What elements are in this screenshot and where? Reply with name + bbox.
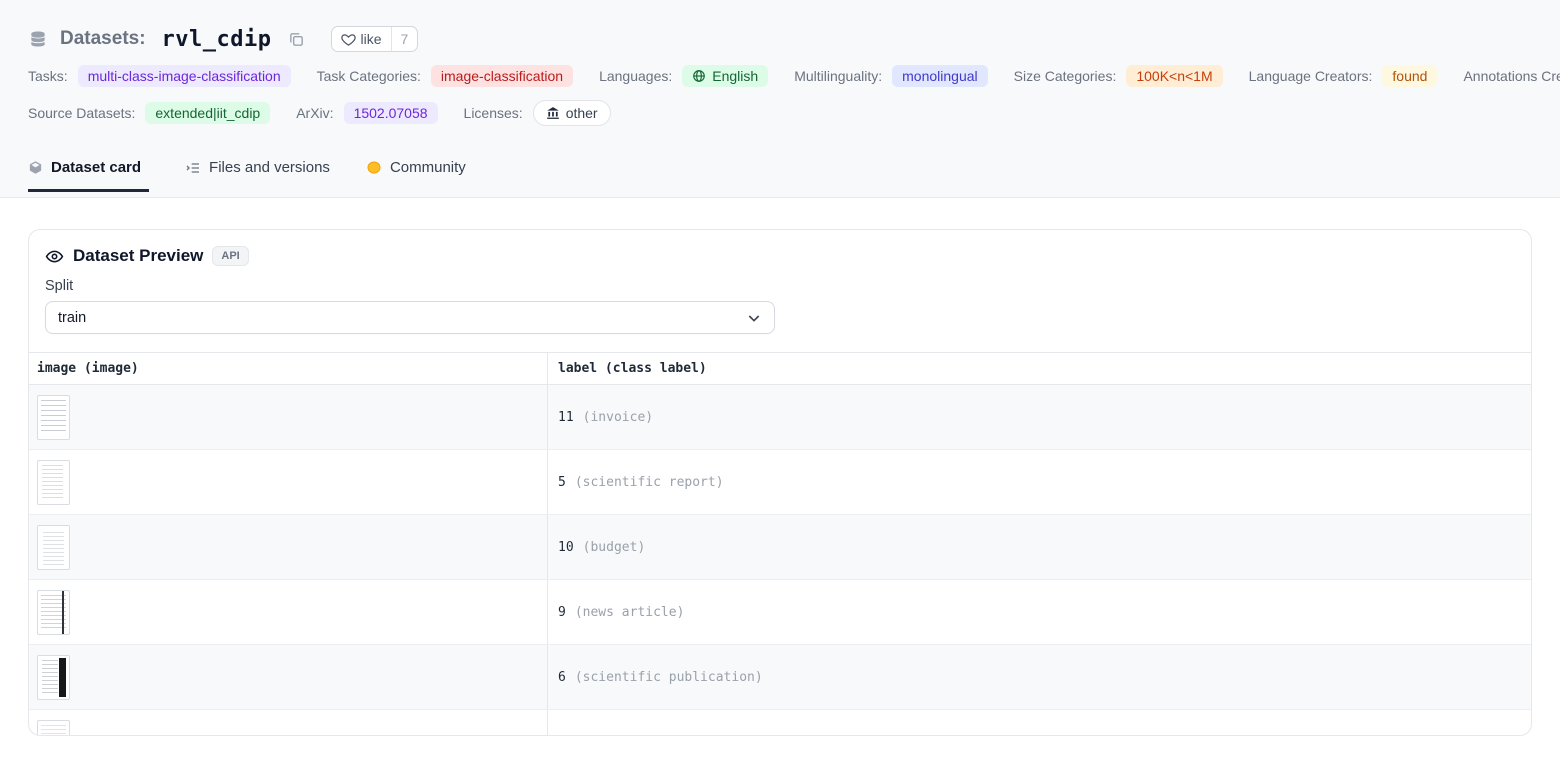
tag-pill-source-dataset[interactable]: extended|iit_cdip [145,102,270,124]
tag-group-licenses: Licenses: other [464,100,611,126]
label-name: (scientific report) [575,475,724,490]
tab-label: Dataset card [51,159,141,176]
tag-pill-language-creators[interactable]: found [1382,65,1437,87]
preview-title: Dataset Preview [73,246,203,266]
split-select[interactable]: train [45,301,775,334]
community-icon [366,160,382,176]
like-count[interactable]: 7 [391,27,418,51]
files-versions-icon [185,160,201,176]
document-thumbnail [37,590,70,635]
label-value: 9 [558,605,566,620]
tag-row-1: Tasks: multi-class-image-classification … [28,65,1532,87]
like-button-label: like [361,31,382,47]
tag-group-label: Languages: [599,68,672,84]
table-row: 5 (scientific report) [29,450,1531,515]
tag-group-annotations-creators: Annotations Creators: found [1463,65,1560,87]
tag-group-arxiv: ArXiv: 1502.07058 [296,102,437,124]
tag-pill-language-label: English [712,68,758,84]
document-thumbnail [37,460,70,505]
label-name: (news article) [575,605,685,620]
table-row [29,710,1531,736]
tag-group-label: Source Datasets: [28,105,135,121]
tab-files-and-versions[interactable]: Files and versions [185,159,330,192]
chevron-down-icon [746,310,762,326]
tag-group-label: Language Creators: [1249,68,1373,84]
table-row: 9 (news article) [29,580,1531,645]
tag-group-label: Licenses: [464,105,523,121]
tag-group-size-categories: Size Categories: 100K<n<1M [1014,65,1223,87]
label-value: 11 [558,410,574,425]
tab-bar: Dataset card Files and versions Communit… [28,150,1532,192]
tag-pill-license-label: other [566,105,598,121]
tag-group-source-datasets: Source Datasets: extended|iit_cdip [28,102,270,124]
main-content: Dataset Preview API Split train image (i… [0,198,1560,736]
tag-pill-size-category[interactable]: 100K<n<1M [1126,65,1222,87]
eye-icon [45,247,64,266]
bank-icon [546,106,560,120]
table-header-row: image (image) label (class label) [29,352,1531,385]
tag-group-label: Size Categories: [1014,68,1117,84]
tag-group-languages: Languages: English [599,65,768,87]
tag-group-task-categories: Task Categories: image-classification [317,65,573,87]
tab-dataset-card[interactable]: Dataset card [28,159,149,192]
page-header-section: Datasets: rvl_cdip like 7 Tasks: multi-c… [0,0,1560,198]
table-row: 11 (invoice) [29,385,1531,450]
dataset-preview-card: Dataset Preview API Split train image (i… [28,229,1532,736]
database-icon [28,29,48,49]
tab-label: Community [390,159,466,176]
like-button[interactable]: like 7 [331,26,419,52]
tag-pill-multilinguality[interactable]: monolingual [892,65,988,87]
dataset-title-row: Datasets: rvl_cdip like 7 [28,26,1532,52]
tag-row-2: Source Datasets: extended|iit_cdip ArXiv… [28,100,1532,126]
copy-icon[interactable] [288,31,305,48]
split-selected-value: train [58,310,86,326]
label-value: 6 [558,670,566,685]
label-value: 10 [558,540,574,555]
table-row: 10 (budget) [29,515,1531,580]
table-row: 6 (scientific publication) [29,645,1531,710]
heart-icon [341,32,356,47]
document-thumbnail [37,395,70,440]
document-thumbnail [37,655,70,700]
dataset-card-icon [28,160,43,175]
tag-pill-license[interactable]: other [533,100,611,126]
column-header-image: image (image) [29,353,547,384]
tag-group-language-creators: Language Creators: found [1249,65,1438,87]
globe-icon [692,69,706,83]
tag-group-label: Task Categories: [317,68,421,84]
tag-group-multilinguality: Multilinguality: monolingual [794,65,987,87]
tag-pill-language[interactable]: English [682,65,768,87]
split-label: Split [45,278,1519,294]
label-name: (budget) [583,540,646,555]
preview-table: image (image) label (class label) 11 (inv… [29,352,1531,736]
tag-group-label: Annotations Creators: [1463,68,1560,84]
label-name: (scientific publication) [575,670,763,685]
tag-group-label: Multilinguality: [794,68,882,84]
document-thumbnail [37,720,70,737]
tag-pill-arxiv[interactable]: 1502.07058 [344,102,438,124]
tag-pill-task[interactable]: multi-class-image-classification [78,65,291,87]
tag-group-label: Tasks: [28,68,68,84]
label-name: (invoice) [583,410,653,425]
column-header-label: label (class label) [547,353,1531,384]
tab-label: Files and versions [209,159,330,176]
tab-community[interactable]: Community [366,159,466,192]
label-value: 5 [558,475,566,490]
datasets-breadcrumb-label[interactable]: Datasets: [60,28,146,50]
dataset-name: rvl_cdip [162,27,272,52]
tag-group-tasks: Tasks: multi-class-image-classification [28,65,291,87]
tag-group-label: ArXiv: [296,105,333,121]
tag-pill-task-category[interactable]: image-classification [431,65,573,87]
api-badge[interactable]: API [212,246,248,266]
document-thumbnail [37,525,70,570]
